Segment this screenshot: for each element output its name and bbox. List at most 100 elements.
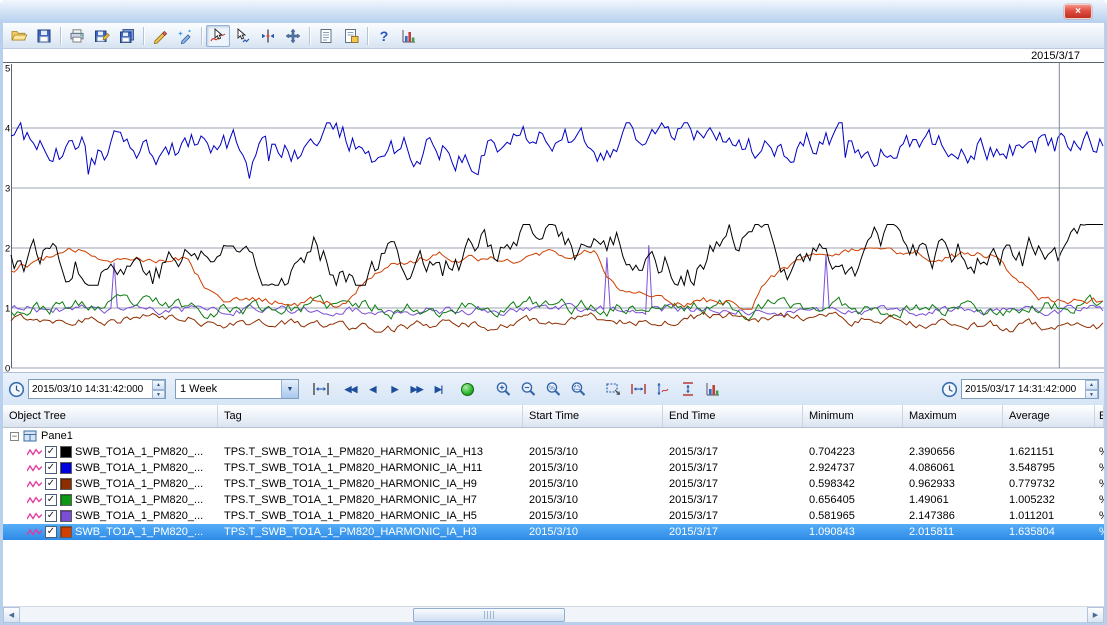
tag-full-name-cell: TPS.T_SWB_TO1A_1_PM820_HARMONIC_IA_H13 <box>218 444 523 460</box>
save-all-button[interactable] <box>115 25 139 47</box>
minimum-cell: 2.924737 <box>803 460 903 476</box>
pan-tool-button[interactable] <box>281 25 305 47</box>
scroll-left-button[interactable]: ◀ <box>3 607 20 623</box>
tag-short-name: SWB_TO1A_1_PM820_... <box>75 510 203 522</box>
trend-plot[interactable]: 543210 <box>3 62 1104 372</box>
table-row[interactable]: ✓ SWB_TO1A_1_PM820_... TPS.T_SWB_TO1A_1_… <box>3 476 1104 492</box>
help-icon: ? <box>376 28 392 44</box>
step-back-button[interactable]: ◀ <box>363 380 382 399</box>
time-range-select[interactable]: 1 Week ▼ <box>175 379 299 399</box>
table-row[interactable]: ✓ SWB_TO1A_1_PM820_... TPS.T_SWB_TO1A_1_… <box>3 508 1104 524</box>
trend-line-icon <box>27 528 42 537</box>
zoom-percent-button[interactable]: % <box>542 379 564 400</box>
spin-down-icon[interactable]: ▼ <box>1085 390 1098 399</box>
end-time-spinner[interactable]: ▲▼ <box>1085 380 1098 398</box>
live-update-button[interactable] <box>457 379 477 399</box>
col-units[interactable]: E <box>1095 405 1104 427</box>
zoom-out-button[interactable] <box>517 379 539 400</box>
box-zoom-button[interactable] <box>602 379 624 400</box>
series-color-swatch <box>60 462 72 474</box>
jump-end-button[interactable]: ▶| <box>429 380 448 399</box>
average-cell: 1.011201 <box>1003 508 1095 524</box>
start-time-spinner[interactable]: ▲▼ <box>152 380 165 398</box>
scrollbar-thumb[interactable] <box>413 608 565 622</box>
save-as-icon <box>94 28 110 44</box>
step-forward-button[interactable]: ▶ <box>385 380 404 399</box>
col-tag[interactable]: Tag <box>218 405 523 427</box>
toolbar-separator <box>309 27 310 45</box>
zoom-box-button[interactable] <box>567 379 589 400</box>
open-button[interactable] <box>7 25 31 47</box>
fit-time-range-button[interactable] <box>310 379 332 400</box>
svg-text:5: 5 <box>5 64 10 75</box>
close-button[interactable]: × <box>1064 4 1092 19</box>
zoom-in-button[interactable] <box>492 379 514 400</box>
start-time-field[interactable]: 2015/03/10 14:31:42:000 ▲▼ <box>28 379 166 399</box>
annotate-pen-button[interactable] <box>148 25 172 47</box>
series-color-swatch <box>60 478 72 490</box>
visibility-checkbox[interactable]: ✓ <box>45 494 57 506</box>
svg-text:4: 4 <box>5 124 10 135</box>
table-row[interactable]: ✓ SWB_TO1A_1_PM820_... TPS.T_SWB_TO1A_1_… <box>3 524 1104 540</box>
minimum-cell: 0.704223 <box>803 444 903 460</box>
save-as-button[interactable] <box>90 25 114 47</box>
spin-down-icon[interactable]: ▼ <box>152 390 165 399</box>
report-config-button[interactable] <box>339 25 363 47</box>
end-time-field[interactable]: 2015/03/17 14:31:42:000 ▲▼ <box>961 379 1099 399</box>
table-body: ✓ SWB_TO1A_1_PM820_... TPS.T_SWB_TO1A_1_… <box>3 444 1104 540</box>
collapse-icon[interactable]: − <box>10 432 19 441</box>
dropdown-arrow-icon[interactable]: ▼ <box>281 380 298 398</box>
table-row[interactable]: ✓ SWB_TO1A_1_PM820_... TPS.T_SWB_TO1A_1_… <box>3 444 1104 460</box>
col-start-time[interactable]: Start Time <box>523 405 663 427</box>
help-button[interactable]: ? <box>372 25 396 47</box>
tag-table: Object Tree Tag Start Time End Time Mini… <box>3 405 1104 606</box>
titlebar[interactable]: × <box>0 0 1107 23</box>
maximum-cell: 2.147386 <box>903 508 1003 524</box>
series-color-swatch <box>60 510 72 522</box>
visibility-checkbox[interactable]: ✓ <box>45 446 57 458</box>
unit-cell: % <box>1095 460 1104 476</box>
scroll-right-button[interactable]: ▶ <box>1087 607 1104 623</box>
svg-text:1: 1 <box>5 304 10 315</box>
col-average[interactable]: Average <box>1003 405 1095 427</box>
visibility-checkbox[interactable]: ✓ <box>45 462 57 474</box>
pan-icon <box>285 28 301 44</box>
minimum-cell: 0.656405 <box>803 492 903 508</box>
scale-vertical-icon <box>655 381 671 397</box>
scale-vertical-button[interactable] <box>652 379 674 400</box>
end-time-cell: 2015/3/17 <box>663 508 803 524</box>
histogram-view-button[interactable] <box>702 379 724 400</box>
series-color-swatch <box>60 494 72 506</box>
fit-vertical-button[interactable] <box>677 379 699 400</box>
col-minimum[interactable]: Minimum <box>803 405 903 427</box>
tag-full-name-cell: TPS.T_SWB_TO1A_1_PM820_HARMONIC_IA_H7 <box>218 492 523 508</box>
tree-root-row[interactable]: − Pane1 <box>3 428 1104 444</box>
spin-up-icon[interactable]: ▲ <box>1085 380 1098 390</box>
col-object-tree[interactable]: Object Tree <box>3 405 218 427</box>
report-config-icon <box>343 28 359 44</box>
col-maximum[interactable]: Maximum <box>903 405 1003 427</box>
pane-icon <box>23 429 37 443</box>
col-end-time[interactable]: End Time <box>663 405 803 427</box>
jump-start-button[interactable]: ◀◀ <box>341 380 360 399</box>
visibility-checkbox[interactable]: ✓ <box>45 526 57 538</box>
series-color-swatch <box>60 446 72 458</box>
fast-forward-button[interactable]: ▶▶ <box>407 380 426 399</box>
visibility-checkbox[interactable]: ✓ <box>45 510 57 522</box>
fit-vertical-icon <box>680 381 696 397</box>
value-cursor-tool-button[interactable] <box>256 25 280 47</box>
fit-horizontal-button[interactable] <box>627 379 649 400</box>
visibility-checkbox[interactable]: ✓ <box>45 478 57 490</box>
fit-time-range-icon <box>312 381 330 397</box>
spin-up-icon[interactable]: ▲ <box>152 380 165 390</box>
trend-cursor-tool-button[interactable] <box>206 25 230 47</box>
save-button[interactable] <box>32 25 56 47</box>
report-button[interactable] <box>314 25 338 47</box>
marker-button[interactable] <box>173 25 197 47</box>
select-tool-button[interactable] <box>231 25 255 47</box>
table-row[interactable]: ✓ SWB_TO1A_1_PM820_... TPS.T_SWB_TO1A_1_… <box>3 460 1104 476</box>
print-button[interactable] <box>65 25 89 47</box>
histogram-button[interactable] <box>397 25 421 47</box>
horizontal-scrollbar[interactable]: ◀ ▶ <box>3 606 1104 622</box>
table-row[interactable]: ✓ SWB_TO1A_1_PM820_... TPS.T_SWB_TO1A_1_… <box>3 492 1104 508</box>
